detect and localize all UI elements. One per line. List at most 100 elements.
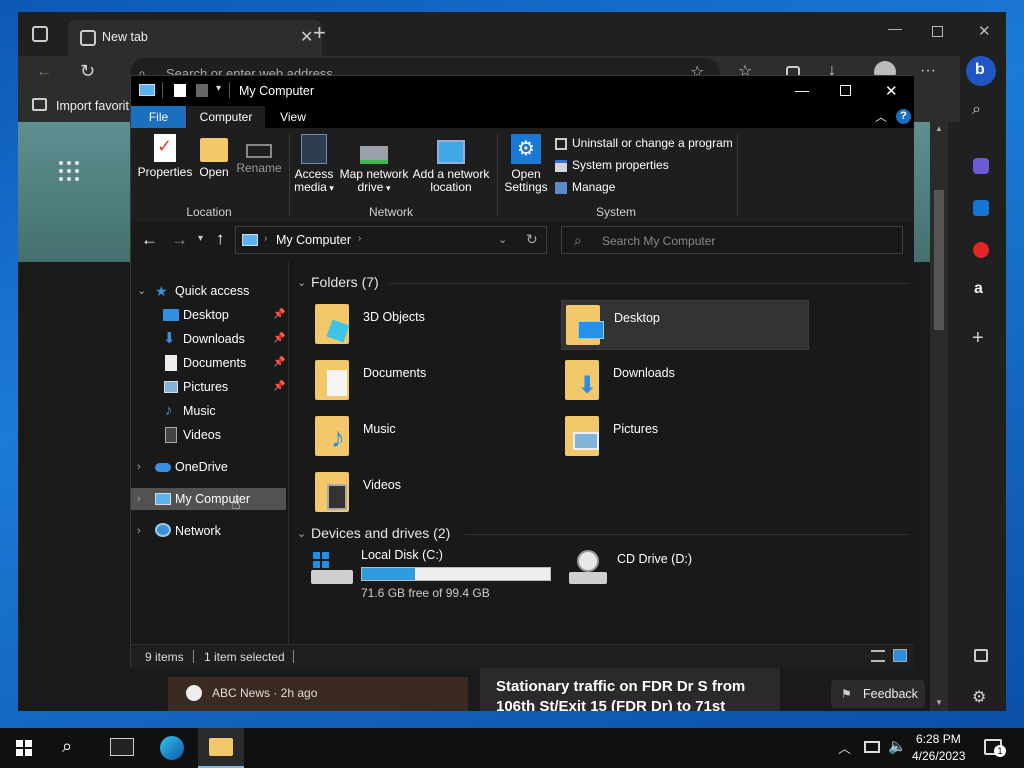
hide-sidebar-icon[interactable] xyxy=(974,649,988,662)
nav-quick-access[interactable]: ⌄ ★ Quick access xyxy=(131,280,286,302)
maximize-icon[interactable] xyxy=(932,26,943,37)
app-launcher-icon[interactable] xyxy=(58,160,80,182)
search-input[interactable]: ⌕ Search My Computer xyxy=(561,226,903,254)
map-network-drive-button[interactable]: Map network drive ▾ xyxy=(338,134,410,195)
youtube-icon[interactable] xyxy=(973,242,989,258)
nav-documents[interactable]: Documents 📌 xyxy=(131,352,286,374)
folder-videos[interactable]: Videos xyxy=(311,468,559,518)
nav-music[interactable]: ♪ Music xyxy=(131,400,286,422)
collapsed-chevron-icon[interactable]: › xyxy=(137,520,141,542)
close-tab-icon[interactable]: ✕ xyxy=(300,27,313,47)
import-favorites-link[interactable]: Import favorit xyxy=(56,99,129,113)
pin-icon[interactable]: 📌 xyxy=(273,328,285,350)
windows-start-icon[interactable] xyxy=(16,740,32,756)
add-sidebar-app-icon[interactable]: + xyxy=(972,328,984,348)
maximize-icon[interactable] xyxy=(840,85,851,96)
new-tab-plus-icon[interactable]: + xyxy=(313,22,326,44)
bing-chat-icon[interactable]: b xyxy=(966,56,996,86)
collapse-group-icon[interactable]: ⌄ xyxy=(297,276,306,289)
new-folder-quick-icon[interactable] xyxy=(196,84,208,97)
crumb-chevron-icon[interactable]: › xyxy=(264,233,267,244)
breadcrumb-my-computer[interactable]: My Computer xyxy=(276,233,351,247)
clock-time[interactable]: 6:28 PM xyxy=(916,732,961,746)
nav-downloads[interactable]: ⬇ Downloads 📌 xyxy=(131,328,286,350)
pin-icon[interactable]: 📌 xyxy=(273,304,285,326)
folders-header[interactable]: Folders (7) xyxy=(311,274,379,290)
explorer-titlebar[interactable]: ▾ My Computer — ✕ xyxy=(131,76,914,106)
amazon-icon[interactable]: a xyxy=(974,280,983,298)
notifications-icon[interactable]: 1 xyxy=(984,739,1006,757)
scroll-down-icon[interactable]: ▼ xyxy=(935,698,943,707)
network-icon[interactable] xyxy=(864,741,880,753)
sidebar-search-icon[interactable]: ⌕ xyxy=(972,100,981,120)
refresh-icon[interactable]: ↻ xyxy=(526,231,538,248)
help-icon[interactable]: ? xyxy=(896,109,911,124)
nav-network[interactable]: › Network xyxy=(131,520,286,542)
folder-downloads[interactable]: ⬇ Downloads xyxy=(561,356,809,406)
news-card[interactable]: ABC News · 2h ago xyxy=(168,677,468,711)
more-options-icon[interactable]: ··· xyxy=(920,61,936,81)
large-icons-view-icon[interactable] xyxy=(893,649,907,662)
nav-videos[interactable]: Videos xyxy=(131,424,286,446)
explorer-taskbar-button[interactable] xyxy=(198,728,244,768)
tab-file[interactable]: File xyxy=(131,106,186,128)
tab-actions-icon[interactable] xyxy=(32,26,48,42)
collapse-group-icon[interactable]: ⌄ xyxy=(297,527,306,540)
terminal-app-icon[interactable] xyxy=(110,738,134,756)
collapse-ribbon-icon[interactable]: ︿ xyxy=(875,108,887,125)
up-arrow-icon[interactable]: ↑ xyxy=(216,229,225,249)
open-button[interactable]: Open xyxy=(197,134,231,179)
folder-desktop[interactable]: Desktop xyxy=(561,300,809,350)
folder-music[interactable]: ♪ Music xyxy=(311,412,559,462)
folder-documents[interactable]: Documents xyxy=(311,356,559,406)
edge-tab-new-tab[interactable]: New tab ✕ xyxy=(68,20,322,56)
minimize-icon[interactable]: — xyxy=(888,20,902,36)
address-breadcrumb[interactable]: › My Computer › ⌄ ↻ xyxy=(235,226,547,254)
crumb-chevron-icon[interactable]: › xyxy=(358,233,361,244)
properties-quick-icon[interactable] xyxy=(174,84,186,97)
rename-button[interactable]: Rename xyxy=(235,134,283,175)
nav-pictures[interactable]: Pictures 📌 xyxy=(131,376,286,398)
drives-header[interactable]: Devices and drives (2) xyxy=(311,525,450,541)
drive-cd-d[interactable]: CD Drive (D:) xyxy=(565,550,765,602)
scrollbar-thumb[interactable] xyxy=(934,190,944,330)
show-hidden-icons-icon[interactable]: ︿ xyxy=(838,738,851,757)
volume-icon[interactable]: 🔈 xyxy=(888,737,907,755)
drive-local-disk-c[interactable]: Local Disk (C:) 71.6 GB free of 99.4 GB xyxy=(311,548,559,602)
forward-arrow-icon[interactable]: → xyxy=(171,230,188,250)
tab-view[interactable]: View xyxy=(271,106,315,128)
nav-my-computer[interactable]: › My Computer ☝ xyxy=(131,488,286,513)
back-arrow-icon[interactable]: ← xyxy=(141,230,158,250)
collapsed-chevron-icon[interactable]: › xyxy=(137,456,141,478)
details-view-icon[interactable] xyxy=(871,650,885,662)
access-media-button[interactable]: Access media ▾ xyxy=(291,134,337,195)
folder-pictures[interactable]: Pictures xyxy=(561,412,809,462)
edge-app-icon[interactable] xyxy=(160,736,184,760)
minimize-icon[interactable]: — xyxy=(795,82,809,98)
tab-computer[interactable]: Computer xyxy=(187,106,265,128)
customize-qat-icon[interactable]: ▾ xyxy=(216,83,221,94)
settings-gear-icon[interactable]: ⚙ xyxy=(972,688,986,708)
shopping-icon[interactable] xyxy=(973,158,989,174)
search-icon[interactable]: ⌕ xyxy=(62,736,72,757)
traffic-card[interactable]: Stationary traffic on FDR Dr S from 106t… xyxy=(480,667,780,711)
back-icon[interactable]: ← xyxy=(36,62,52,82)
recent-locations-icon[interactable]: ▾ xyxy=(198,233,203,244)
collapsed-chevron-icon[interactable]: › xyxy=(137,488,141,510)
close-window-icon[interactable]: ✕ xyxy=(885,82,898,100)
close-window-icon[interactable]: ✕ xyxy=(978,22,991,40)
expanded-chevron-icon[interactable]: ⌄ xyxy=(137,280,146,302)
feedback-button[interactable]: ⚑ Feedback xyxy=(831,680,925,708)
pin-icon[interactable]: 📌 xyxy=(273,376,285,398)
scroll-up-icon[interactable]: ▲ xyxy=(935,124,943,133)
open-settings-button[interactable]: ⚙ Open Settings xyxy=(501,134,551,194)
clock-date[interactable]: 4/26/2023 xyxy=(912,749,965,763)
outlook-icon[interactable] xyxy=(973,200,989,216)
folder-3d-objects[interactable]: 3D Objects xyxy=(311,300,559,350)
properties-button[interactable]: ✓ Properties xyxy=(137,134,193,179)
page-scrollbar[interactable]: ▲ ▼ xyxy=(930,122,948,711)
nav-onedrive[interactable]: › OneDrive xyxy=(131,456,286,478)
address-dropdown-icon[interactable]: ⌄ xyxy=(498,233,507,246)
refresh-icon[interactable]: ↻ xyxy=(80,61,95,81)
add-network-location-button[interactable]: Add a network location xyxy=(411,134,491,194)
